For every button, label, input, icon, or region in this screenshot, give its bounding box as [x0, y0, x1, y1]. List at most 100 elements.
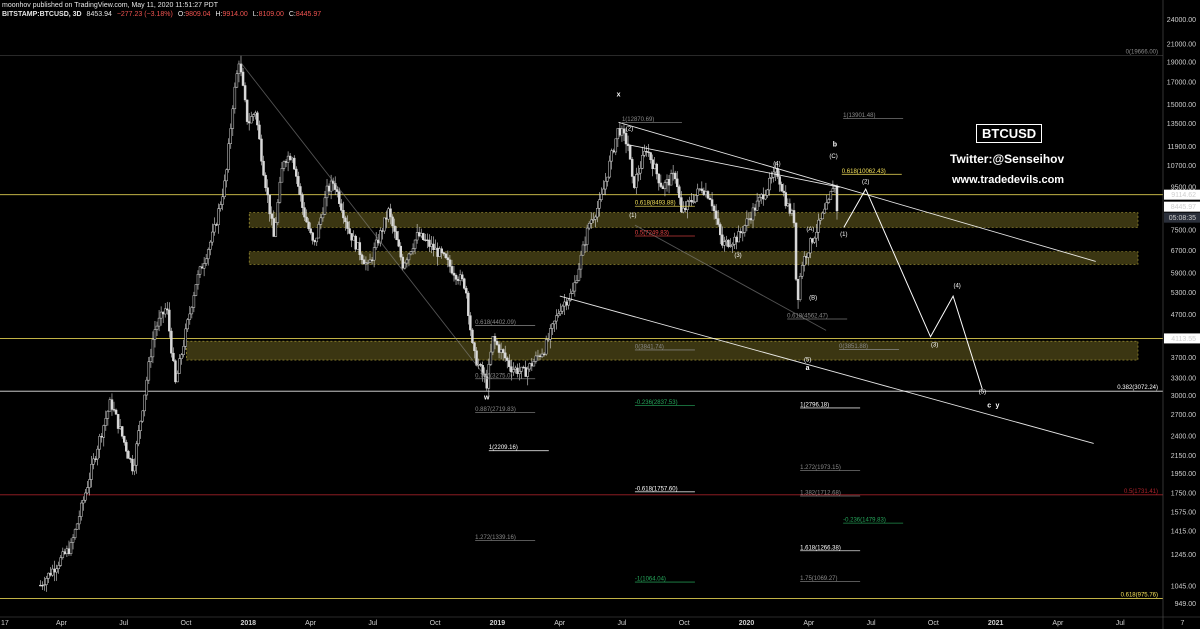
candle-body [170, 330, 173, 354]
candle-body [499, 349, 503, 353]
symbol-legend: BITSTAMP:BTCUSD, 3D 8453.94 −277.23 (−3.… [2, 10, 321, 19]
trendline [618, 121, 1096, 262]
candle-body [559, 310, 562, 315]
candle-body [415, 232, 419, 241]
candle-body [104, 418, 108, 426]
candle-body [645, 151, 648, 153]
candle-body [465, 288, 468, 294]
candle-body [514, 367, 517, 370]
candle-body [815, 232, 818, 239]
last-price: 8453.94 [86, 11, 112, 18]
candle-body [209, 241, 212, 250]
price-chart[interactable]: 0(19666.00) 0.382(3072.24) 0.5(1731.41) 0.6… [0, 0, 1200, 629]
candle-body [372, 247, 376, 261]
candle-body [444, 253, 448, 258]
level-label: 0(19666.00) [1126, 50, 1158, 56]
candle-body [299, 186, 302, 196]
candle-body [385, 217, 388, 220]
candle-body [807, 252, 810, 258]
candle-body [673, 172, 677, 180]
candle-body [247, 121, 251, 124]
candle-body [282, 161, 286, 169]
price-axis[interactable]: 24000.00 21000.00 19000.00 17000.00 15000.00… [1162, 0, 1196, 629]
candle-body [41, 585, 44, 587]
candle-body [626, 143, 630, 147]
candle-body [176, 373, 179, 383]
price-badge-label: 4113.55 [1171, 336, 1196, 343]
candle-body [678, 186, 681, 198]
candle-body [491, 336, 495, 353]
candle-body [592, 219, 595, 221]
candle-body [669, 173, 673, 186]
candle-body [805, 256, 808, 258]
candle-body [512, 369, 515, 373]
symbol-name: BITSTAMP:BTCUSD, 3D [2, 11, 82, 18]
candle-body [725, 239, 728, 243]
candle-body [55, 568, 58, 573]
candle-body [94, 458, 97, 460]
wave-label: (3) [931, 343, 938, 349]
candle-body [727, 239, 730, 247]
candle-body [704, 191, 708, 195]
candle-body [399, 245, 402, 258]
candle-body [65, 548, 69, 555]
candle-body [786, 203, 790, 207]
candle-body [84, 492, 87, 501]
candle-body [770, 177, 773, 179]
candle-body [346, 221, 349, 229]
wave-label: (2) [626, 127, 633, 133]
candle-body [573, 282, 577, 292]
candle-body [53, 568, 56, 573]
candle-body [223, 180, 226, 198]
level-label: 0.618(975.76) [1121, 592, 1158, 598]
time-tick-label: 2018 [240, 620, 256, 627]
candle-body [661, 186, 665, 190]
candle-body [168, 309, 171, 332]
candle-body [741, 232, 745, 234]
candle-body [745, 218, 749, 226]
candle-body [671, 172, 675, 175]
candle-body [602, 188, 605, 195]
price-tick-label: 3000.00 [1171, 393, 1196, 400]
candle-body [123, 435, 126, 443]
price-tick-label: 11900.00 [1167, 144, 1196, 151]
candle-body [266, 187, 269, 196]
candle-body [86, 487, 89, 494]
candle-body [329, 180, 333, 192]
candle-body [819, 218, 822, 221]
time-tick-label: Apr [56, 620, 68, 627]
candle-body [532, 361, 536, 367]
candle-body [397, 239, 400, 247]
candle-body [190, 307, 194, 315]
candle-body [684, 207, 687, 210]
candle-body [600, 193, 603, 200]
candle-body [477, 364, 480, 366]
candle-body [721, 234, 724, 246]
price-tick-label: 3300.00 [1171, 376, 1196, 383]
candle-body [110, 399, 114, 410]
time-axis[interactable]: Apr Jul Oct 2018 Apr Jul Oct 2019 Apr Jul Oct 2020 A… [0, 616, 1200, 627]
price-tick-label: 2700.00 [1171, 412, 1196, 419]
candle-body [401, 256, 405, 269]
candle-body [436, 247, 439, 257]
candle-body [649, 152, 652, 160]
candle-body [321, 213, 325, 219]
candle-body [79, 502, 83, 517]
candle-body [186, 319, 189, 330]
candle-body [530, 363, 534, 367]
price-badges: 9114.62 8445.97 05:08:35 4113.55 [1164, 189, 1200, 344]
candle-body [612, 150, 616, 153]
candle-body [211, 231, 214, 243]
candle-body [575, 280, 579, 283]
candle-body [735, 236, 738, 243]
candle-body [510, 366, 513, 373]
wave-label: (5) [979, 390, 986, 396]
candle-body [653, 163, 656, 169]
candle-body [596, 207, 599, 218]
candle-body [473, 342, 476, 352]
wave-label: (1) [840, 232, 847, 238]
candle-body [350, 233, 353, 241]
candle-body [534, 355, 538, 362]
candle-body [751, 207, 755, 221]
price-tick-label: 5300.00 [1171, 290, 1196, 297]
